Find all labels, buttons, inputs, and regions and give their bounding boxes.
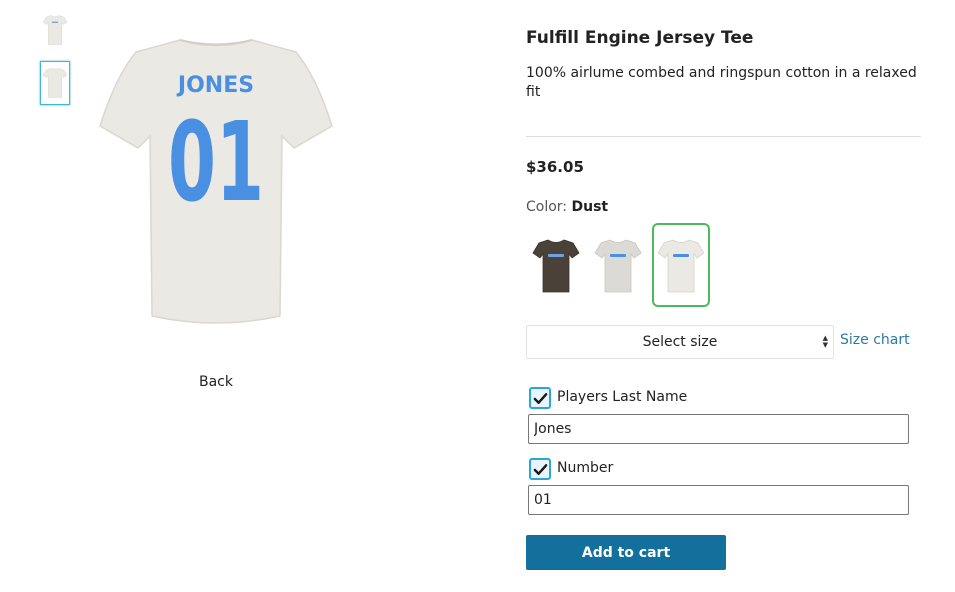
divider — [526, 136, 921, 137]
print-number: 01 — [168, 98, 264, 226]
product-description: 100% airlume combed and ringspun cotton … — [526, 65, 917, 100]
last-name-label: Players Last Name — [557, 389, 688, 405]
tshirt-back-image-icon: JONES 01 — [99, 39, 333, 324]
size-select-value: Select size — [642, 334, 718, 350]
number-label: Number — [557, 460, 614, 476]
checkmark-icon — [533, 463, 547, 475]
product-price: $36.05 — [526, 158, 584, 176]
color-swatch-heather[interactable] — [590, 223, 646, 307]
print-name: JONES — [176, 73, 254, 98]
tshirt-swatch-dust-icon — [657, 239, 705, 293]
add-to-cart-button[interactable]: Add to cart — [526, 535, 726, 570]
thumbnail-front[interactable] — [40, 8, 70, 52]
color-label: Color: — [526, 199, 568, 215]
tshirt-swatch-brown-icon — [532, 239, 580, 293]
last-name-checkbox[interactable] — [529, 387, 551, 409]
tshirt-swatch-heather-icon — [594, 239, 642, 293]
product-main-image: JONES 01 — [96, 36, 336, 331]
thumbnail-back[interactable] — [40, 61, 70, 105]
color-swatch-dust[interactable] — [652, 223, 710, 307]
select-arrows-icon: ▲ ▼ — [822, 334, 828, 349]
product-title: Fulfill Engine Jersey Tee — [526, 28, 754, 48]
color-swatch-brown[interactable] — [528, 223, 584, 307]
color-value: Dust — [571, 199, 609, 215]
tshirt-back-thumbnail-icon — [42, 68, 68, 98]
size-select[interactable]: Select size ▲ ▼ — [526, 325, 834, 359]
checkmark-icon — [533, 392, 547, 404]
size-chart-link[interactable]: Size chart — [840, 332, 910, 348]
number-input[interactable] — [528, 485, 909, 515]
color-selection-line: Color: Dust — [526, 199, 608, 215]
number-checkbox[interactable] — [529, 458, 551, 480]
view-label: Back — [199, 374, 233, 390]
tshirt-front-thumbnail-icon — [42, 15, 68, 45]
last-name-input[interactable] — [528, 414, 909, 444]
